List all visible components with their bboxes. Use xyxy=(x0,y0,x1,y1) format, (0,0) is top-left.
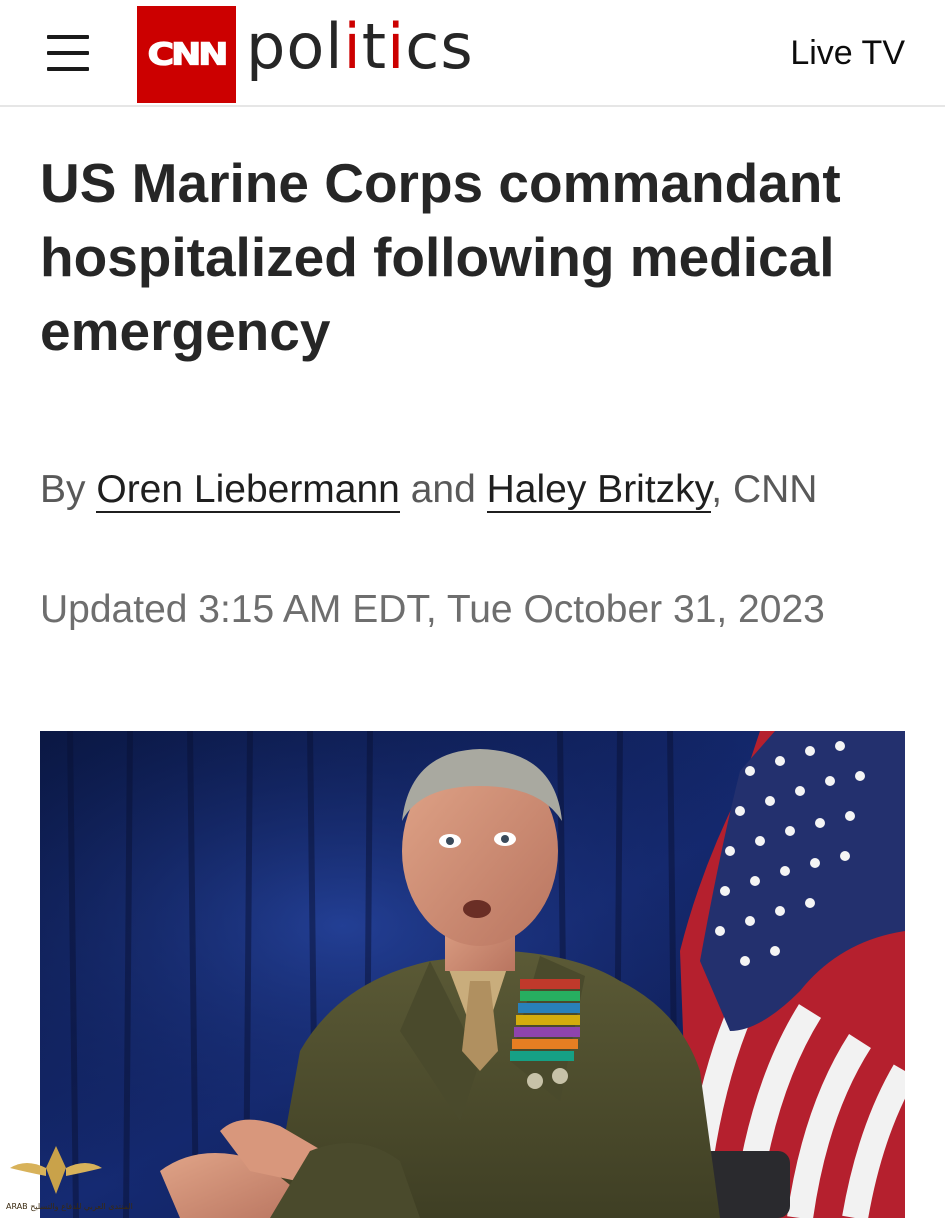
section-title-part: t xyxy=(361,10,388,83)
author-link-2[interactable]: Haley Britzky xyxy=(486,468,712,513)
watermark-text: ARAB المنتدى العربي للدفاع والتسليح xyxy=(6,1202,133,1211)
hamburger-menu-icon[interactable] xyxy=(47,33,89,73)
article-byline: By Oren Liebermann and Haley Britzky, CN… xyxy=(40,462,900,518)
section-title-part: pol xyxy=(246,10,344,83)
watermark: ARAB المنتدى العربي للدفاع والتسليح xyxy=(6,1138,133,1218)
site-header: CNN politics Live TV xyxy=(0,0,945,107)
byline-suffix: , CNN xyxy=(711,468,818,511)
winged-emblem-icon xyxy=(10,1146,102,1194)
article-timestamp: Updated 3:15 AM EDT, Tue October 31, 202… xyxy=(40,588,825,631)
author-link-1[interactable]: Oren Liebermann xyxy=(96,468,400,513)
cnn-logo-text: CNN xyxy=(147,36,229,72)
cnn-logo[interactable]: CNN xyxy=(137,6,236,103)
section-title-politics[interactable]: politics xyxy=(246,10,474,83)
article-page: CNN politics Live TV US Marine Corps com… xyxy=(0,0,945,1218)
medal-ribbons xyxy=(510,979,580,1061)
article-headline: US Marine Corps commandant hospitalized … xyxy=(40,152,841,362)
section-title-accent: i xyxy=(387,10,406,83)
hero-photo-illustration xyxy=(40,731,905,1218)
section-title-part: cs xyxy=(405,10,474,83)
section-title-accent: i xyxy=(343,10,362,83)
byline-prefix: By xyxy=(40,468,86,511)
hero-image[interactable] xyxy=(40,731,905,1218)
byline-and: and xyxy=(410,468,476,511)
live-tv-link[interactable]: Live TV xyxy=(790,34,905,73)
